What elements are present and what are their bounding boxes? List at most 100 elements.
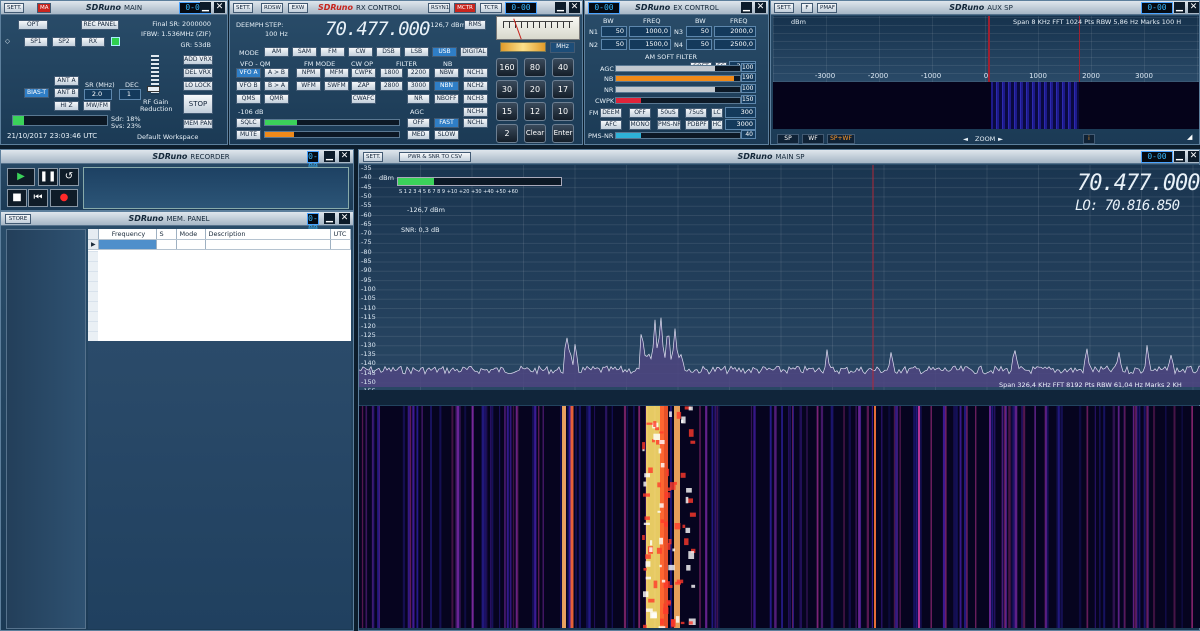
rx-minimize-icon[interactable]: ▁ [555, 2, 566, 13]
nchl-button[interactable]: NCHL [463, 118, 488, 128]
ex-nb-bar[interactable] [615, 75, 741, 82]
main-close-icon[interactable]: ✕ [214, 2, 225, 13]
a-to-b-button[interactable]: A > B [264, 68, 289, 78]
n1-freq-field[interactable]: 1000,0 [629, 26, 671, 37]
selected-cell[interactable] [98, 239, 157, 250]
ex-agc-bar[interactable] [615, 65, 741, 72]
mainsp-minimize-icon[interactable]: ▁ [1174, 151, 1185, 162]
sp2-button[interactable]: SP2 [52, 37, 76, 47]
aux-sp-button[interactable]: SP [777, 134, 799, 144]
step-value[interactable]: 100 Hz [265, 30, 288, 38]
key-17[interactable]: 17 [552, 80, 574, 99]
del-vrx-button[interactable]: DEL VRX [183, 68, 213, 78]
zoom-right-icon[interactable]: ► [998, 135, 1003, 143]
tctr-button[interactable]: TCTR [480, 3, 502, 13]
lc-field[interactable]: 300 [725, 107, 756, 118]
qmr-button[interactable]: QMR [264, 94, 289, 104]
main-ma-button[interactable]: MA [37, 3, 51, 13]
sel-icon[interactable]: ◇ [5, 37, 10, 45]
nch2-button[interactable]: NCH2 [463, 81, 488, 91]
ex-close-icon[interactable]: ✕ [755, 2, 766, 13]
aux-spwf-button[interactable]: SP+WF [827, 134, 855, 144]
filter-2200-button[interactable]: 2200 [407, 68, 430, 78]
mainsp-sett-button[interactable]: SETT. [363, 152, 383, 162]
nch3-button[interactable]: NCH3 [463, 94, 488, 104]
key-12[interactable]: 12 [524, 102, 546, 121]
pms-nr-bar[interactable] [615, 132, 741, 139]
main-titlebar[interactable]: SETT. MA SDRuno MAIN 0-00 ▁ ✕ [1, 1, 227, 15]
n3-freq-field[interactable]: 2000,0 [714, 26, 756, 37]
ex-nr-field[interactable]: 100 [741, 84, 756, 93]
cwpk-button[interactable]: CWPK [351, 68, 376, 78]
key-40[interactable]: 40 [552, 58, 574, 77]
mem-close-icon[interactable]: ✕ [339, 213, 350, 224]
key-80[interactable]: 80 [524, 58, 546, 77]
filter-2800-button[interactable]: 2800 [380, 81, 403, 91]
filter-1800-button[interactable]: 1800 [380, 68, 403, 78]
filter-3000-button[interactable]: 3000 [407, 81, 430, 91]
swfm-button[interactable]: SWFM [324, 81, 349, 91]
mode-usb[interactable]: USB [432, 47, 457, 57]
rx-sett-button[interactable]: SETT. [233, 3, 253, 13]
vfo-a-button[interactable]: VFO A [236, 68, 261, 78]
qms-button[interactable]: QMS [236, 94, 261, 104]
lo-lock-button[interactable]: LO LOCK [183, 81, 213, 91]
mem-pan-button[interactable]: MEM PAN [183, 119, 213, 129]
nch1-button[interactable]: NCH1 [463, 68, 488, 78]
play-icon[interactable]: ▶ [7, 168, 35, 186]
key-15[interactable]: 15 [496, 102, 518, 121]
stop-icon[interactable]: ■ [7, 189, 27, 207]
key-20[interactable]: 20 [524, 80, 546, 99]
mode-dsb[interactable]: DSB [376, 47, 401, 57]
ex-nb-field[interactable]: 190 [741, 73, 756, 82]
aux-f-button[interactable]: F [801, 3, 813, 13]
agc-off-button[interactable]: OFF [407, 118, 430, 128]
mw-fm-button[interactable]: MW/FM [83, 101, 111, 111]
recorder-titlebar[interactable]: SDRunoRECORDER 0-00 ▁ ✕ [1, 150, 353, 171]
aux-marker-button[interactable]: i [1083, 134, 1095, 144]
mem-panel-titlebar[interactable]: STORE SDRunoMEM. PANEL 0-00 ▁ ✕ [1, 212, 353, 233]
nboff-button[interactable]: NBOFF [434, 94, 459, 104]
pms-nr-field[interactable]: 40 [741, 130, 756, 139]
lc-button[interactable]: LC [711, 108, 723, 118]
main-sp-titlebar[interactable]: SETT. PWR & SNR TO CSV SDRuno MAIN SP 0-0… [359, 150, 1199, 164]
pdbpf-button[interactable]: PDBPF [685, 120, 709, 130]
nbw-button[interactable]: NBW [434, 68, 459, 78]
main-waterfall[interactable] [359, 406, 1200, 628]
agc-fast-button[interactable]: FAST [434, 118, 459, 128]
key-enter[interactable]: Enter [552, 124, 574, 143]
n2-freq-field[interactable]: 1500,0 [629, 39, 671, 50]
table-row[interactable]: ▶ [88, 239, 351, 250]
sqlc-button[interactable]: SQLC [236, 118, 261, 128]
main-spectrum-plot[interactable] [359, 165, 1200, 405]
mute-button[interactable]: MUTE [236, 130, 261, 140]
col-mode[interactable]: Mode [176, 229, 206, 240]
col-s[interactable]: S [156, 229, 177, 240]
mode-am[interactable]: AM [264, 47, 289, 57]
aux-minimize-icon[interactable]: ▁ [1174, 2, 1185, 13]
aux-waterfall[interactable] [773, 82, 1199, 129]
lo-frequency-display[interactable]: LO: 70.816.850 [1075, 198, 1180, 214]
aux-resize-icon[interactable]: ◢ [1187, 133, 1192, 141]
squelch-bar[interactable] [264, 119, 400, 126]
rewind-icon[interactable]: ⏮ [28, 189, 48, 207]
agc-med-button[interactable]: MED [407, 130, 430, 140]
key-160[interactable]: 160 [496, 58, 518, 77]
nbn-button[interactable]: NBN [434, 81, 459, 91]
deem-50us-button[interactable]: 50uS [657, 108, 679, 118]
rdsw-button[interactable]: RDSW [261, 3, 283, 13]
mode-fm[interactable]: FM [320, 47, 345, 57]
ex-nr-bar[interactable] [615, 86, 741, 93]
rf-gain-handle[interactable] [147, 86, 160, 92]
n2-bw-field[interactable]: 50 [601, 39, 627, 50]
afc-button[interactable]: AFC [600, 120, 622, 130]
rx-control-titlebar[interactable]: SETT. RDSW EXW SDRuno RX CONTROL RSYN1 MC… [230, 1, 582, 15]
ex-cwpk-bar[interactable] [615, 97, 741, 104]
mfm-button[interactable]: MFM [324, 68, 349, 78]
deem-off-button[interactable]: OFF [629, 108, 651, 118]
cwafc-button[interactable]: CWAFC [351, 94, 376, 104]
rx-close-icon[interactable]: ✕ [569, 2, 580, 13]
n4-bw-field[interactable]: 50 [686, 39, 712, 50]
pms-nr-button[interactable]: PMS-NR [657, 120, 681, 130]
mem-table[interactable]: Frequency S Mode Description UTC ▶ [88, 229, 351, 341]
